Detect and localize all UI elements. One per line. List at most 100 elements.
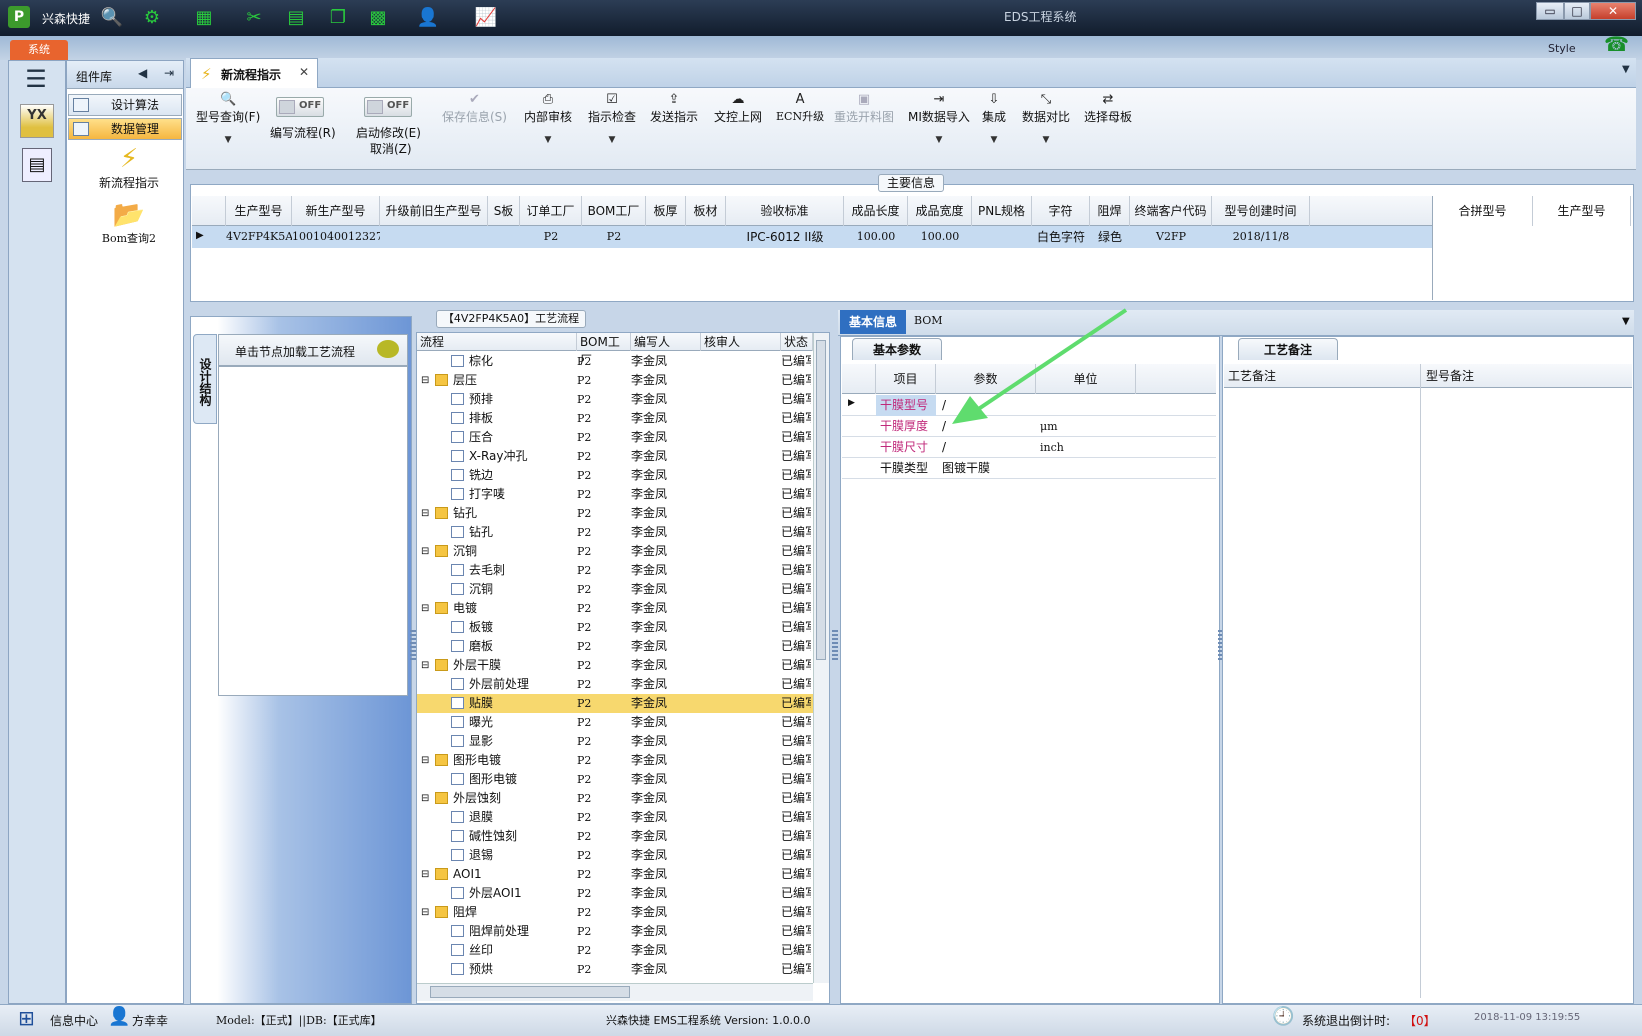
tree-folder-node[interactable]: ⊟ 电镀 P2 李金凤 已编写	[417, 599, 813, 618]
collapse-toggle-icon[interactable]: ⊟	[421, 371, 429, 390]
tree-folder-node[interactable]: ⊟ 层压 P2 李金凤 已编写	[417, 371, 813, 390]
table-cell[interactable]: 2018/11/8	[1212, 226, 1310, 248]
tree-leaf-node[interactable]: 板镀 P2 李金凤 已编写	[417, 618, 813, 637]
tree-leaf-node[interactable]: 排板 P2 李金凤 已编写	[417, 409, 813, 428]
tree-folder-node[interactable]: ⊟ AOI1 P2 李金凤 已编写	[417, 865, 813, 884]
maximize-button[interactable]: □	[1564, 2, 1590, 20]
tree-folder-node[interactable]: ⊟ 钻孔 P2 李金凤 已编写	[417, 504, 813, 523]
tree-folder-node[interactable]: ⊟ 沉铜 P2 李金凤 已编写	[417, 542, 813, 561]
tree-folder-node[interactable]: ⊟ 外层干膜 P2 李金凤 已编写	[417, 656, 813, 675]
collapse-toggle-icon[interactable]: ⊟	[421, 789, 429, 808]
chart-icon[interactable]: 📈	[474, 7, 498, 29]
tab-basic-params[interactable]: 基本参数	[852, 338, 942, 360]
table-cell[interactable]: 白色字符	[1032, 226, 1090, 248]
tree-leaf-node[interactable]: 压合 P2 李金凤 已编写	[417, 428, 813, 447]
tree-leaf-node[interactable]: 丝印 P2 李金凤 已编写	[417, 941, 813, 960]
column-header[interactable]: 型号创建时间	[1212, 196, 1310, 226]
chevron-down-icon[interactable]: ▼	[1622, 316, 1630, 327]
tree-leaf-node[interactable]: 磨板 P2 李金凤 已编写	[417, 637, 813, 656]
tree-leaf-node[interactable]: 退膜 P2 李金凤 已编写	[417, 808, 813, 827]
enable-modify-toggle[interactable]: OFF	[364, 97, 412, 117]
dropdown-arrow-icon[interactable]: ▼	[1022, 135, 1070, 145]
column-header[interactable]: 成品长度	[844, 196, 908, 226]
table-cell[interactable]: IPC-6012 II级	[726, 226, 844, 248]
column-header[interactable]: 订单工厂	[520, 196, 582, 226]
write-flow-toggle[interactable]: OFF	[276, 97, 324, 117]
table-cell[interactable]: V2FP	[1130, 226, 1212, 248]
table-cell[interactable]	[686, 226, 726, 248]
structure-tree[interactable]	[218, 366, 408, 696]
collapse-toggle-icon[interactable]: ⊟	[421, 599, 429, 618]
minimize-button[interactable]: ▭	[1536, 2, 1564, 20]
tree-folder-node[interactable]: ⊟ 图形电镀 P2 李金凤 已编写	[417, 751, 813, 770]
yx-module-icon[interactable]: YX	[20, 104, 54, 138]
internal-review-button[interactable]: ⎙ 内部审核 ▼	[524, 92, 572, 145]
tree-folder-node[interactable]: ⊟ 外层蚀刻 P2 李金凤 已编写	[417, 789, 813, 808]
tree-leaf-node[interactable]: 外层前处理 P2 李金凤 已编写	[417, 675, 813, 694]
tree-leaf-node[interactable]: 退锡 P2 李金凤 已编写	[417, 846, 813, 865]
column-header[interactable]: 字符	[1032, 196, 1090, 226]
tree-leaf-node[interactable]: 碱性蚀刻 P2 李金凤 已编写	[417, 827, 813, 846]
model-remark-input[interactable]	[1424, 392, 1630, 992]
dropdown-arrow-icon[interactable]: ▼	[982, 135, 1006, 145]
dropdown-arrow-icon[interactable]: ▼	[908, 135, 970, 145]
tab-design-structure[interactable]: 设计结构	[193, 334, 217, 424]
tree-leaf-node[interactable]: 沉铜 P2 李金凤 已编写	[417, 580, 813, 599]
info-center-button[interactable]: 信息中心	[50, 1012, 98, 1029]
close-button[interactable]: ✕	[1590, 2, 1636, 20]
select-mother-board-button[interactable]: ⇄ 选择母板	[1084, 92, 1132, 125]
column-header[interactable]: BOM工厂	[582, 196, 646, 226]
dropdown-arrow-icon[interactable]: ▼	[524, 135, 572, 145]
scissors-icon[interactable]: ✂	[242, 7, 266, 29]
tree-leaf-node[interactable]: X-Ray冲孔 P2 李金凤 已编写	[417, 447, 813, 466]
pin-icon[interactable]: ⇥	[164, 66, 174, 80]
system-tab[interactable]: 系统	[10, 40, 68, 60]
collapse-toggle-icon[interactable]: ⊟	[421, 542, 429, 561]
param-value[interactable]: /	[936, 437, 946, 458]
tree-leaf-node[interactable]: 打字唛 P2 李金凤 已编写	[417, 485, 813, 504]
scrollbar-thumb[interactable]	[430, 986, 630, 998]
search-icon[interactable]: 🔍	[100, 7, 124, 29]
cancel-button[interactable]: 取消(Z)	[370, 140, 412, 157]
tree-leaf-node[interactable]: 铣边 P2 李金凤 已编写	[417, 466, 813, 485]
table-cell[interactable]	[972, 226, 1032, 248]
style-menu[interactable]: Style	[1548, 42, 1576, 55]
param-value[interactable]: 图镀干膜	[936, 458, 990, 479]
process-remark-input[interactable]	[1226, 392, 1416, 992]
tree-leaf-node[interactable]: 曝光 P2 李金凤 已编写	[417, 713, 813, 732]
tree-leaf-node[interactable]: 预排 P2 李金凤 已编写	[417, 390, 813, 409]
table-cell[interactable]	[380, 226, 488, 248]
column-header[interactable]: 生产型号	[226, 196, 292, 226]
sidebar-item-data-management[interactable]: 数据管理	[68, 118, 182, 140]
tree-folder-node[interactable]: ⊟ 阻焊 P2 李金凤 已编写	[417, 903, 813, 922]
data-compare-button[interactable]: ⤡ 数据对比 ▼	[1022, 92, 1070, 145]
tree-leaf-node[interactable]: 棕化 P2 李金凤 已编写	[417, 352, 813, 371]
column-header[interactable]: 验收标准	[726, 196, 844, 226]
reselect-cut-button[interactable]: ▣ 重选开料图	[834, 92, 894, 125]
column-header[interactable]: 板厚	[646, 196, 686, 226]
param-unit[interactable]: inch	[1036, 437, 1064, 458]
table-cell[interactable]	[488, 226, 520, 248]
column-header[interactable]: 合拼型号	[1433, 196, 1533, 226]
column-header[interactable]: 流程	[417, 333, 577, 351]
collapse-left-icon[interactable]: ◀	[138, 66, 147, 80]
ecn-upgrade-button[interactable]: A ECN升级	[776, 92, 824, 124]
tree-leaf-node[interactable]: 阻焊前处理 P2 李金凤 已编写	[417, 922, 813, 941]
column-header[interactable]: BOM工厂	[577, 333, 631, 367]
table-cell[interactable]	[646, 226, 686, 248]
tree-leaf-node[interactable]: 去毛刺 P2 李金凤 已编写	[417, 561, 813, 580]
user-icon[interactable]: 👤	[416, 7, 440, 29]
hamburger-menu-icon[interactable]: ☰	[18, 64, 54, 94]
scrollbar-thumb[interactable]	[816, 340, 826, 660]
tab-basic-info[interactable]: 基本信息	[840, 310, 906, 334]
column-header[interactable]: 升级前旧生产型号	[380, 196, 488, 226]
column-header[interactable]: 编写人	[631, 333, 701, 351]
table-icon[interactable]: ▩	[366, 7, 390, 29]
column-header[interactable]: 板材	[686, 196, 726, 226]
tab-process-remarks[interactable]: 工艺备注	[1238, 338, 1338, 360]
mi-import-button[interactable]: ⇥ MI数据导入 ▼	[908, 92, 970, 145]
phone-icon[interactable]: ☎	[1604, 32, 1629, 56]
column-header[interactable]: 生产型号	[1533, 196, 1631, 226]
table-cell[interactable]: P2	[582, 226, 646, 248]
column-header[interactable]: 核审人	[701, 333, 781, 351]
